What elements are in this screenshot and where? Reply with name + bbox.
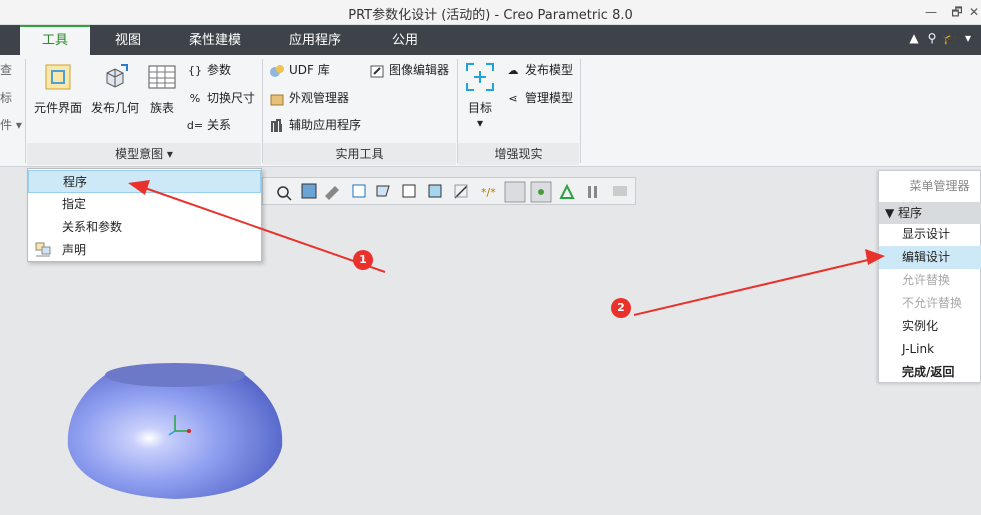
annotation-badge-2: 2: [611, 298, 631, 318]
annotation-arrows: [128, 180, 885, 316]
annotation-badge-1: 1: [353, 250, 373, 270]
